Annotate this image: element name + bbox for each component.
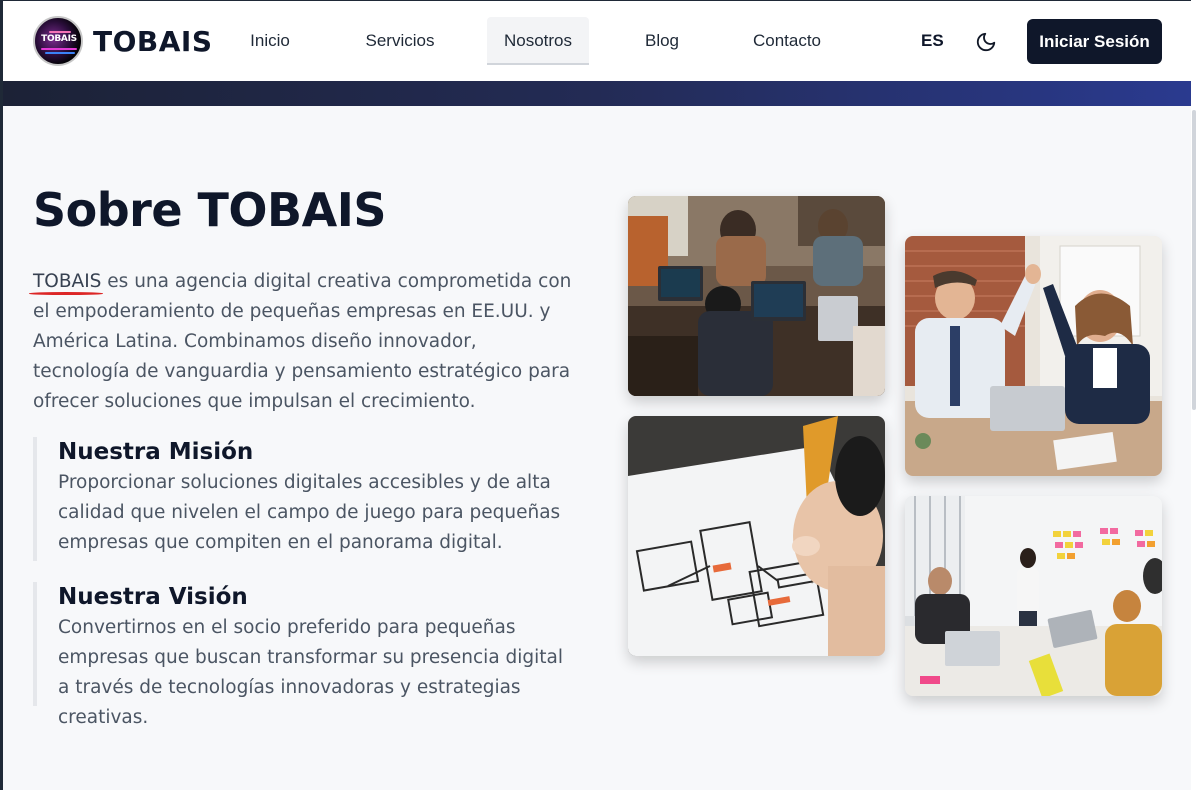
nav-nosotros[interactable]: Nosotros: [487, 17, 589, 65]
moon-icon[interactable]: [975, 31, 997, 53]
high-five-photo: [905, 236, 1162, 476]
mission-text: Proporcionar soluciones digitales accesi…: [58, 472, 561, 553]
mission-title: Nuestra Misión: [58, 439, 254, 465]
brand-logo-link[interactable]: TOBAIS TOBAIS: [33, 16, 213, 66]
logo-text: TOBAIS: [41, 34, 77, 44]
brand-name: TOBAIS: [93, 24, 213, 58]
language-toggle[interactable]: ES: [921, 31, 944, 51]
hero-banner-edge: [3, 81, 1191, 106]
site-header: TOBAIS TOBAIS Inicio Servicios Nosotros …: [3, 1, 1191, 81]
page-scrollbar[interactable]: [1191, 0, 1197, 790]
window-left-border: [0, 0, 3, 790]
brand-logo: TOBAIS: [33, 16, 83, 66]
team-laptops-photo: [628, 196, 885, 396]
nav-inicio[interactable]: Inicio: [234, 17, 306, 65]
login-button[interactable]: Iniciar Sesión: [1027, 19, 1162, 64]
about-intro: TOBAIS es una agencia digital creativa c…: [33, 267, 578, 417]
section-title: Sobre TOBAIS: [33, 183, 386, 237]
vision-text: Convertirnos en el socio preferido para …: [58, 617, 564, 728]
nav-servicios[interactable]: Servicios: [347, 17, 453, 65]
nav-blog[interactable]: Blog: [629, 17, 695, 65]
wireframe-sketch-photo: [628, 416, 885, 656]
vision-title: Nuestra Visión: [58, 584, 248, 610]
team-meeting-photo: [905, 496, 1162, 696]
vision-block: Nuestra Visión Convertirnos en el socio …: [33, 582, 578, 728]
nav-contacto[interactable]: Contacto: [735, 17, 839, 65]
mission-block: Nuestra Misión Proporcionar soluciones d…: [33, 437, 578, 561]
intro-text: es una agencia digital creativa comprome…: [33, 271, 572, 412]
scrollbar-thumb[interactable]: [1192, 110, 1196, 410]
intro-brand: TOBAIS: [33, 271, 102, 292]
